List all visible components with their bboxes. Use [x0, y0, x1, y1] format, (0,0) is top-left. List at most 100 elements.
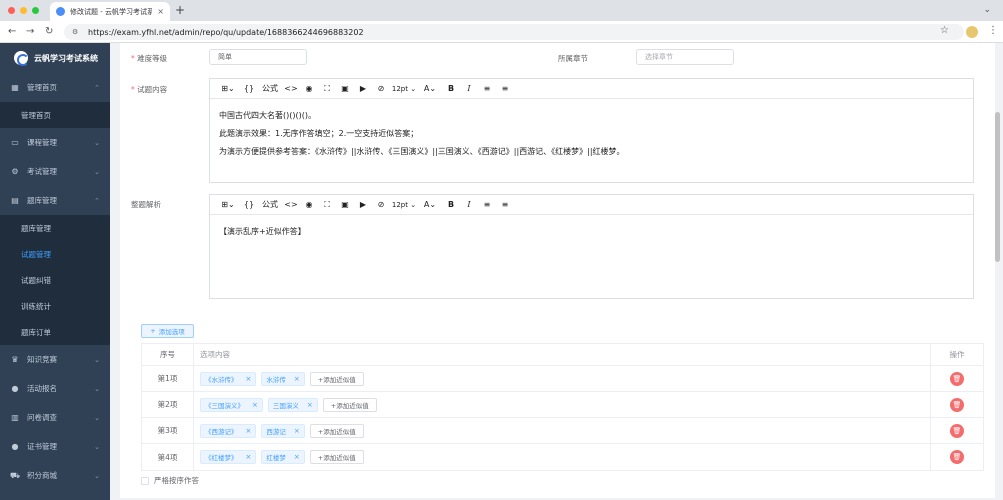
video-icon[interactable]: ▶	[354, 200, 372, 209]
close-icon[interactable]: ×	[246, 375, 252, 383]
back-icon[interactable]: ←	[8, 26, 16, 37]
row-no: 第2项	[142, 392, 194, 417]
answer-tag: 《水浒传》 ×	[200, 371, 257, 386]
sidebar-subitem-bank-manage[interactable]: 题库管理	[0, 215, 110, 241]
code-braces-icon[interactable]: {}	[240, 84, 258, 93]
sidebar-subitem-label: 试题管理	[21, 249, 51, 259]
sidebar-item-survey[interactable]: ▥ 问卷调查 ⌄	[0, 403, 110, 432]
delete-icon[interactable]: 🗑	[950, 450, 964, 464]
formula-button[interactable]: 公式	[258, 83, 282, 94]
new-tab-icon[interactable]: +	[175, 3, 185, 17]
reload-icon[interactable]: ↻	[45, 26, 53, 37]
align-center-icon[interactable]: ≡	[496, 84, 514, 93]
row-content: 《红楼梦》 × 红楼梦 × +添加近似值	[194, 444, 931, 470]
add-similar-button[interactable]: +添加近似值	[309, 371, 364, 386]
sidebar-item-events[interactable]: ● 活动报名 ⌄	[0, 374, 110, 403]
site-info-icon[interactable]: ⚙	[72, 28, 80, 36]
chapter-select[interactable]: 选择章节	[636, 49, 734, 65]
italic-icon[interactable]: I	[460, 200, 478, 209]
fullscreen-icon[interactable]: ⛶	[318, 200, 336, 210]
strict-order-checkbox[interactable]	[141, 476, 149, 485]
preview-eye-icon[interactable]: ◉	[300, 84, 318, 93]
image-icon[interactable]: ▣	[336, 200, 354, 209]
sidebar-item-label: 积分商城	[27, 471, 57, 480]
browser-tab[interactable]: 修改试题 - 云帆学习考试系统 ×	[50, 2, 170, 21]
tag-text: 三国演义	[272, 401, 299, 410]
url-field[interactable]: ⚙ https://exam.yfhl.net/admin/repo/qu/up…	[64, 24, 964, 40]
sidebar-item-label: 管理首页	[27, 83, 57, 92]
image-icon[interactable]: ▣	[336, 84, 354, 93]
preview-eye-icon[interactable]: ◉	[300, 200, 318, 209]
sidebar-item-contest[interactable]: ♛ 知识竞赛 ⌄	[0, 345, 110, 374]
row-no: 第3项	[142, 418, 194, 443]
scrollbar[interactable]	[995, 112, 1000, 262]
bookmark-star-icon[interactable]: ☆	[940, 25, 949, 36]
attachment-icon[interactable]: ⊘	[372, 200, 390, 209]
align-left-icon[interactable]: ≡	[478, 84, 496, 93]
font-size-select[interactable]: 12pt ⌄	[390, 85, 418, 93]
sidebar-item-label: 考试管理	[27, 167, 57, 176]
align-center-icon[interactable]: ≡	[496, 200, 514, 209]
maximize-window-icon[interactable]	[32, 7, 39, 14]
close-icon[interactable]: ×	[246, 427, 252, 435]
plus-icon: +	[150, 327, 156, 335]
sidebar-subitem-error-correction[interactable]: 试题纠错	[0, 267, 110, 293]
text-color-icon[interactable]: A⌄	[418, 84, 442, 93]
strict-order-option[interactable]: 严格按序作答	[141, 475, 199, 486]
close-icon[interactable]: ×	[252, 401, 258, 409]
table-icon[interactable]: ⊞⌄	[216, 200, 240, 209]
align-left-icon[interactable]: ≡	[478, 200, 496, 209]
content-editor-body[interactable]: 中国古代四大名著()()()()。 此题演示效果：1.无序作答填空；2.一空支持…	[210, 99, 973, 169]
font-size-select[interactable]: 12pt ⌄	[390, 201, 418, 209]
italic-icon[interactable]: I	[460, 84, 478, 93]
close-icon[interactable]: ×	[246, 453, 252, 461]
add-similar-button[interactable]: +添加近似值	[309, 423, 364, 438]
bold-icon[interactable]: B	[442, 84, 460, 93]
sidebar-item-question-bank[interactable]: ▤ 题库管理 ⌃	[0, 186, 110, 215]
video-icon[interactable]: ▶	[354, 84, 372, 93]
content-editor[interactable]: ⊞⌄ {} 公式 <> ◉ ⛶ ▣ ▶ ⊘ 12pt ⌄ A⌄ B I ≡ ≡ …	[209, 78, 974, 183]
attachment-icon[interactable]: ⊘	[372, 84, 390, 93]
difficulty-select[interactable]: 简单	[209, 49, 307, 65]
sidebar-subitem-training-stats[interactable]: 训练统计	[0, 293, 110, 319]
sidebar-subitem-question-manage[interactable]: 试题管理	[0, 241, 110, 267]
sidebar-subitem-dashboard-home[interactable]: 管理首页	[0, 102, 110, 128]
formula-button[interactable]: 公式	[258, 199, 282, 210]
code-icon[interactable]: <>	[282, 200, 300, 209]
tab-list-icon[interactable]: ⌄	[983, 5, 991, 15]
forward-icon[interactable]: →	[26, 26, 34, 37]
sidebar-item-points-mall[interactable]: ⛟ 积分商城 ⌄	[0, 461, 110, 490]
sidebar-subitem-bank-orders[interactable]: 题库订单	[0, 319, 110, 345]
analysis-editor-body[interactable]: 【演示乱序+近似作答】	[210, 215, 973, 249]
fullscreen-icon[interactable]: ⛶	[318, 84, 336, 94]
add-option-button[interactable]: + 添加选项	[141, 324, 194, 338]
close-tab-icon[interactable]: ×	[157, 7, 164, 16]
close-icon[interactable]: ×	[294, 453, 300, 461]
table-icon[interactable]: ⊞⌄	[216, 84, 240, 93]
delete-icon[interactable]: 🗑	[950, 423, 964, 438]
code-braces-icon[interactable]: {}	[240, 200, 258, 209]
close-window-icon[interactable]	[8, 7, 15, 14]
bold-icon[interactable]: B	[442, 200, 460, 209]
tag-text: 《西游记》	[205, 427, 238, 436]
code-icon[interactable]: <>	[282, 84, 300, 93]
sidebar-item-certificates[interactable]: ● 证书管理 ⌄	[0, 432, 110, 461]
profile-avatar[interactable]	[966, 26, 978, 38]
sidebar-item-courses[interactable]: ▭ 课程管理 ⌄	[0, 128, 110, 157]
sidebar-item-exams[interactable]: ⚙ 考试管理 ⌄	[0, 157, 110, 186]
minimize-window-icon[interactable]	[20, 7, 27, 14]
analysis-editor[interactable]: ⊞⌄ {} 公式 <> ◉ ⛶ ▣ ▶ ⊘ 12pt ⌄ A⌄ B I ≡ ≡ …	[209, 194, 974, 299]
add-similar-button[interactable]: +添加近似值	[309, 450, 364, 464]
delete-icon[interactable]: 🗑	[950, 371, 964, 386]
add-similar-button[interactable]: +添加近似值	[322, 397, 377, 412]
close-icon[interactable]: ×	[307, 401, 313, 409]
browser-menu-icon[interactable]: ⋮	[988, 25, 998, 36]
text-color-icon[interactable]: A⌄	[418, 200, 442, 209]
chapter-label: 所属章节	[558, 54, 588, 63]
row-op: 🗑	[931, 444, 983, 470]
brand[interactable]: 云帆学习考试系统	[0, 43, 110, 73]
close-icon[interactable]: ×	[294, 427, 300, 435]
close-icon[interactable]: ×	[294, 375, 300, 383]
delete-icon[interactable]: 🗑	[950, 397, 964, 412]
sidebar-item-dashboard[interactable]: ▦ 管理首页 ⌃	[0, 73, 110, 102]
